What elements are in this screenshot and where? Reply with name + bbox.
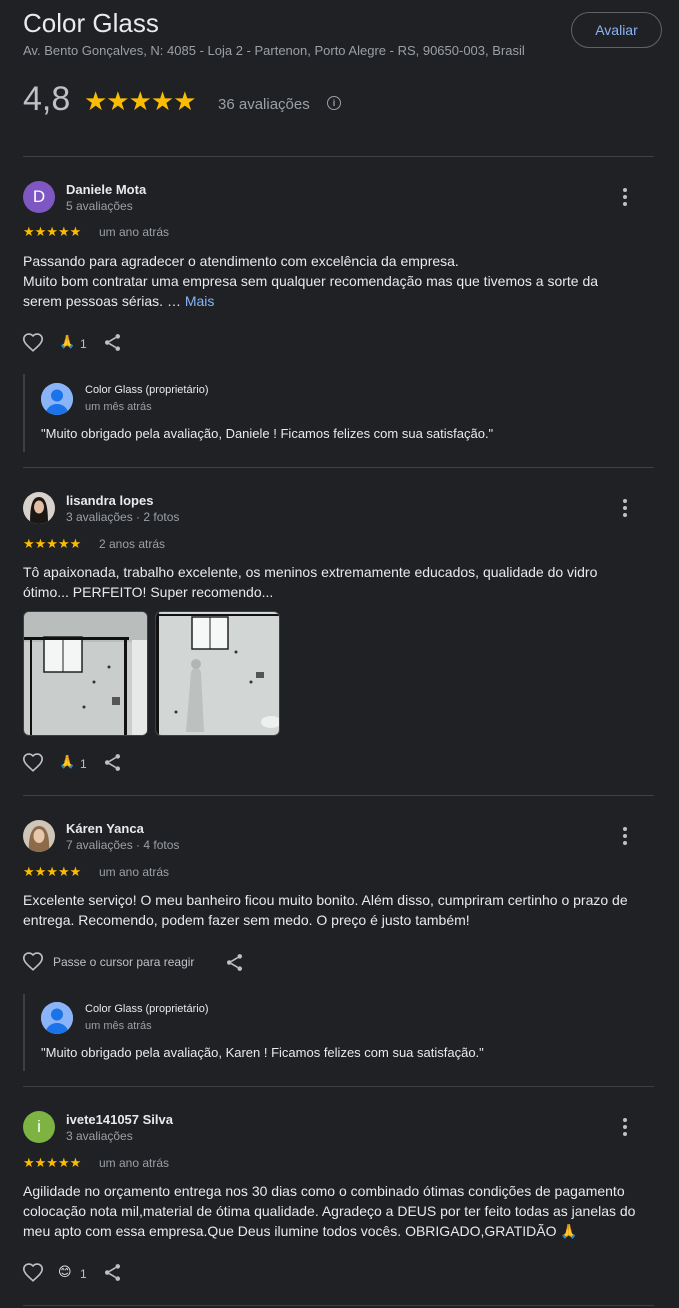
share-icon[interactable]: [102, 752, 123, 773]
avatar[interactable]: [23, 820, 55, 852]
reviewer-meta: 3 avaliações · 2 fotos: [66, 510, 180, 524]
review-date: um ano atrás: [99, 865, 170, 879]
review-stars: ★★★★★: [23, 536, 82, 551]
place-address: Av. Bento Gonçalves, N: 4085 - Loja 2 - …: [23, 43, 525, 58]
reaction-count: 1: [80, 757, 87, 771]
react-hover-hint: Passe o cursor para reagir: [53, 955, 195, 969]
average-rating: 4,8: [23, 80, 71, 118]
share-icon[interactable]: [224, 952, 245, 973]
reviewer-meta: 7 avaliações · 4 fotos: [66, 838, 180, 852]
heart-icon[interactable]: [22, 1262, 44, 1284]
more-vert-icon[interactable]: [615, 187, 635, 207]
reaction-count: 1: [80, 1267, 87, 1281]
review-count-link[interactable]: 36 avaliações: [218, 96, 310, 113]
owner-reply-text: "Muito obrigado pela avaliação, Karen ! …: [41, 1045, 484, 1060]
reviewer-name[interactable]: Káren Yanca: [66, 821, 144, 836]
review-text: Tô apaixonada, trabalho excelente, os me…: [23, 564, 598, 600]
pray-reaction-icon[interactable]: 🙏: [59, 334, 75, 350]
avatar[interactable]: i: [23, 1111, 55, 1143]
heart-icon[interactable]: [22, 951, 44, 973]
more-vert-icon[interactable]: [615, 1117, 635, 1137]
owner-reply-date: um mês atrás: [85, 1020, 152, 1032]
review-date: um ano atrás: [99, 1156, 170, 1170]
rate-button[interactable]: Avaliar: [571, 12, 662, 48]
more-vert-icon[interactable]: [615, 498, 635, 518]
reviewer-name[interactable]: ivete141057 Silva: [66, 1112, 173, 1127]
avatar[interactable]: [23, 492, 55, 524]
share-icon[interactable]: [102, 1262, 123, 1283]
owner-reply-date: um mês atrás: [85, 401, 152, 413]
share-icon[interactable]: [102, 332, 123, 353]
more-vert-icon[interactable]: [615, 826, 635, 846]
reviewer-meta: 5 avaliações: [66, 199, 133, 213]
review-stars: ★★★★★: [23, 1155, 82, 1170]
review-stars: ★★★★★: [23, 224, 82, 239]
reaction-count: 1: [80, 337, 87, 351]
owner-reply-bar: [23, 374, 25, 452]
review-photo[interactable]: [155, 611, 280, 736]
review-text: Excelente serviço! O meu banheiro ficou …: [23, 892, 628, 928]
owner-name: Color Glass (proprietário): [85, 1003, 209, 1015]
owner-reply-bar: [23, 994, 25, 1071]
info-icon[interactable]: i: [327, 96, 341, 110]
review-text: Passando para agradecer o atendimento co…: [23, 253, 599, 309]
review-text: Agilidade no orçamento entrega nos 30 di…: [23, 1183, 636, 1239]
more-link[interactable]: Mais: [185, 293, 215, 309]
heart-icon[interactable]: [22, 752, 44, 774]
review-date: 2 anos atrás: [99, 537, 166, 551]
reviewer-meta: 3 avaliações: [66, 1129, 133, 1143]
reviewer-name[interactable]: Daniele Mota: [66, 182, 146, 197]
divider: [23, 156, 654, 157]
owner-reply-text: "Muito obrigado pela avaliação, Daniele …: [41, 426, 494, 441]
review-photo[interactable]: [23, 611, 148, 736]
pray-reaction-icon[interactable]: 🙏: [59, 754, 75, 770]
divider: [23, 1086, 654, 1087]
average-stars: ★★★★★: [84, 86, 197, 116]
place-title: Color Glass: [23, 8, 159, 38]
divider: [23, 467, 654, 468]
review-stars: ★★★★★: [23, 864, 82, 879]
divider: [23, 795, 654, 796]
review-date: um ano atrás: [99, 225, 170, 239]
owner-avatar: [41, 1002, 73, 1034]
avatar[interactable]: D: [23, 181, 55, 213]
owner-name: Color Glass (proprietário): [85, 384, 209, 396]
owner-avatar: [41, 383, 73, 415]
smile-reaction-icon[interactable]: 😊: [58, 1264, 72, 1280]
divider: [23, 1305, 654, 1306]
heart-icon[interactable]: [22, 332, 44, 354]
reviewer-name[interactable]: lisandra lopes: [66, 493, 153, 508]
